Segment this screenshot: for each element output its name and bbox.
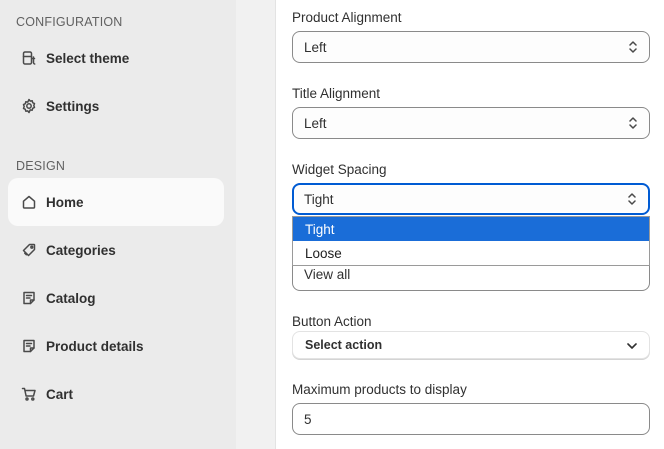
button-action-value: Select action (305, 338, 383, 352)
home-icon (20, 193, 38, 211)
sidebar-item-label: Categories (46, 242, 116, 258)
tag-icon (20, 241, 38, 259)
widget-spacing-dropdown: Tight Loose (292, 216, 650, 266)
sidebar-item-label: Home (46, 194, 84, 210)
sidebar-item-select-theme[interactable]: Select theme (8, 34, 224, 82)
chevron-up-down-icon (627, 115, 639, 131)
sidebar-item-categories[interactable]: Categories (8, 226, 224, 274)
max-products-value: 5 (304, 411, 312, 427)
widget-spacing-label: Widget Spacing (292, 162, 387, 177)
button-action-select[interactable]: Select action (292, 331, 650, 359)
theme-icon (20, 49, 38, 67)
sidebar-item-label: Product details (46, 338, 144, 354)
max-products-label: Maximum products to display (292, 382, 467, 397)
sidebar-item-home[interactable]: Home (8, 178, 224, 226)
widget-spacing-select[interactable]: Tight (292, 183, 650, 215)
sidebar-item-label: Settings (46, 98, 100, 114)
title-alignment-value: Left (304, 115, 327, 131)
chevron-up-down-icon (627, 39, 639, 55)
option-loose[interactable]: Loose (293, 241, 649, 265)
product-details-icon (20, 337, 38, 355)
widget-spacing-value: Tight (304, 191, 334, 207)
button-action-label: Button Action (292, 314, 372, 329)
view-all-value: View all (304, 267, 351, 282)
option-tight[interactable]: Tight (293, 217, 649, 241)
sidebar-item-label: Catalog (46, 290, 96, 306)
sidebar-item-catalog[interactable]: Catalog (8, 274, 224, 322)
catalog-icon (20, 289, 38, 307)
gutter (236, 0, 276, 449)
sidebar-item-label: Select theme (46, 50, 130, 66)
cart-icon (20, 385, 38, 403)
chevron-up-down-icon (626, 191, 638, 207)
sidebar-item-cart[interactable]: Cart (8, 370, 224, 418)
sidebar-item-settings[interactable]: Settings (8, 82, 224, 130)
chevron-down-icon (625, 339, 639, 353)
product-alignment-select[interactable]: Left (292, 31, 650, 63)
sidebar: CONFIGURATION Select theme Settings DESI… (0, 0, 236, 449)
title-alignment-label: Title Alignment (292, 86, 381, 101)
sidebar-item-product-details[interactable]: Product details (8, 322, 224, 370)
max-products-input[interactable]: 5 (292, 403, 650, 435)
product-alignment-value: Left (304, 39, 327, 55)
design-section-label: DESIGN (16, 159, 66, 173)
configuration-section-label: CONFIGURATION (16, 15, 123, 29)
settings-panel: Product Alignment Left Title Alignment L… (277, 0, 664, 449)
title-alignment-select[interactable]: Left (292, 107, 650, 139)
sidebar-item-label: Cart (46, 386, 74, 402)
gear-icon (20, 97, 38, 115)
product-alignment-label: Product Alignment (292, 10, 402, 25)
